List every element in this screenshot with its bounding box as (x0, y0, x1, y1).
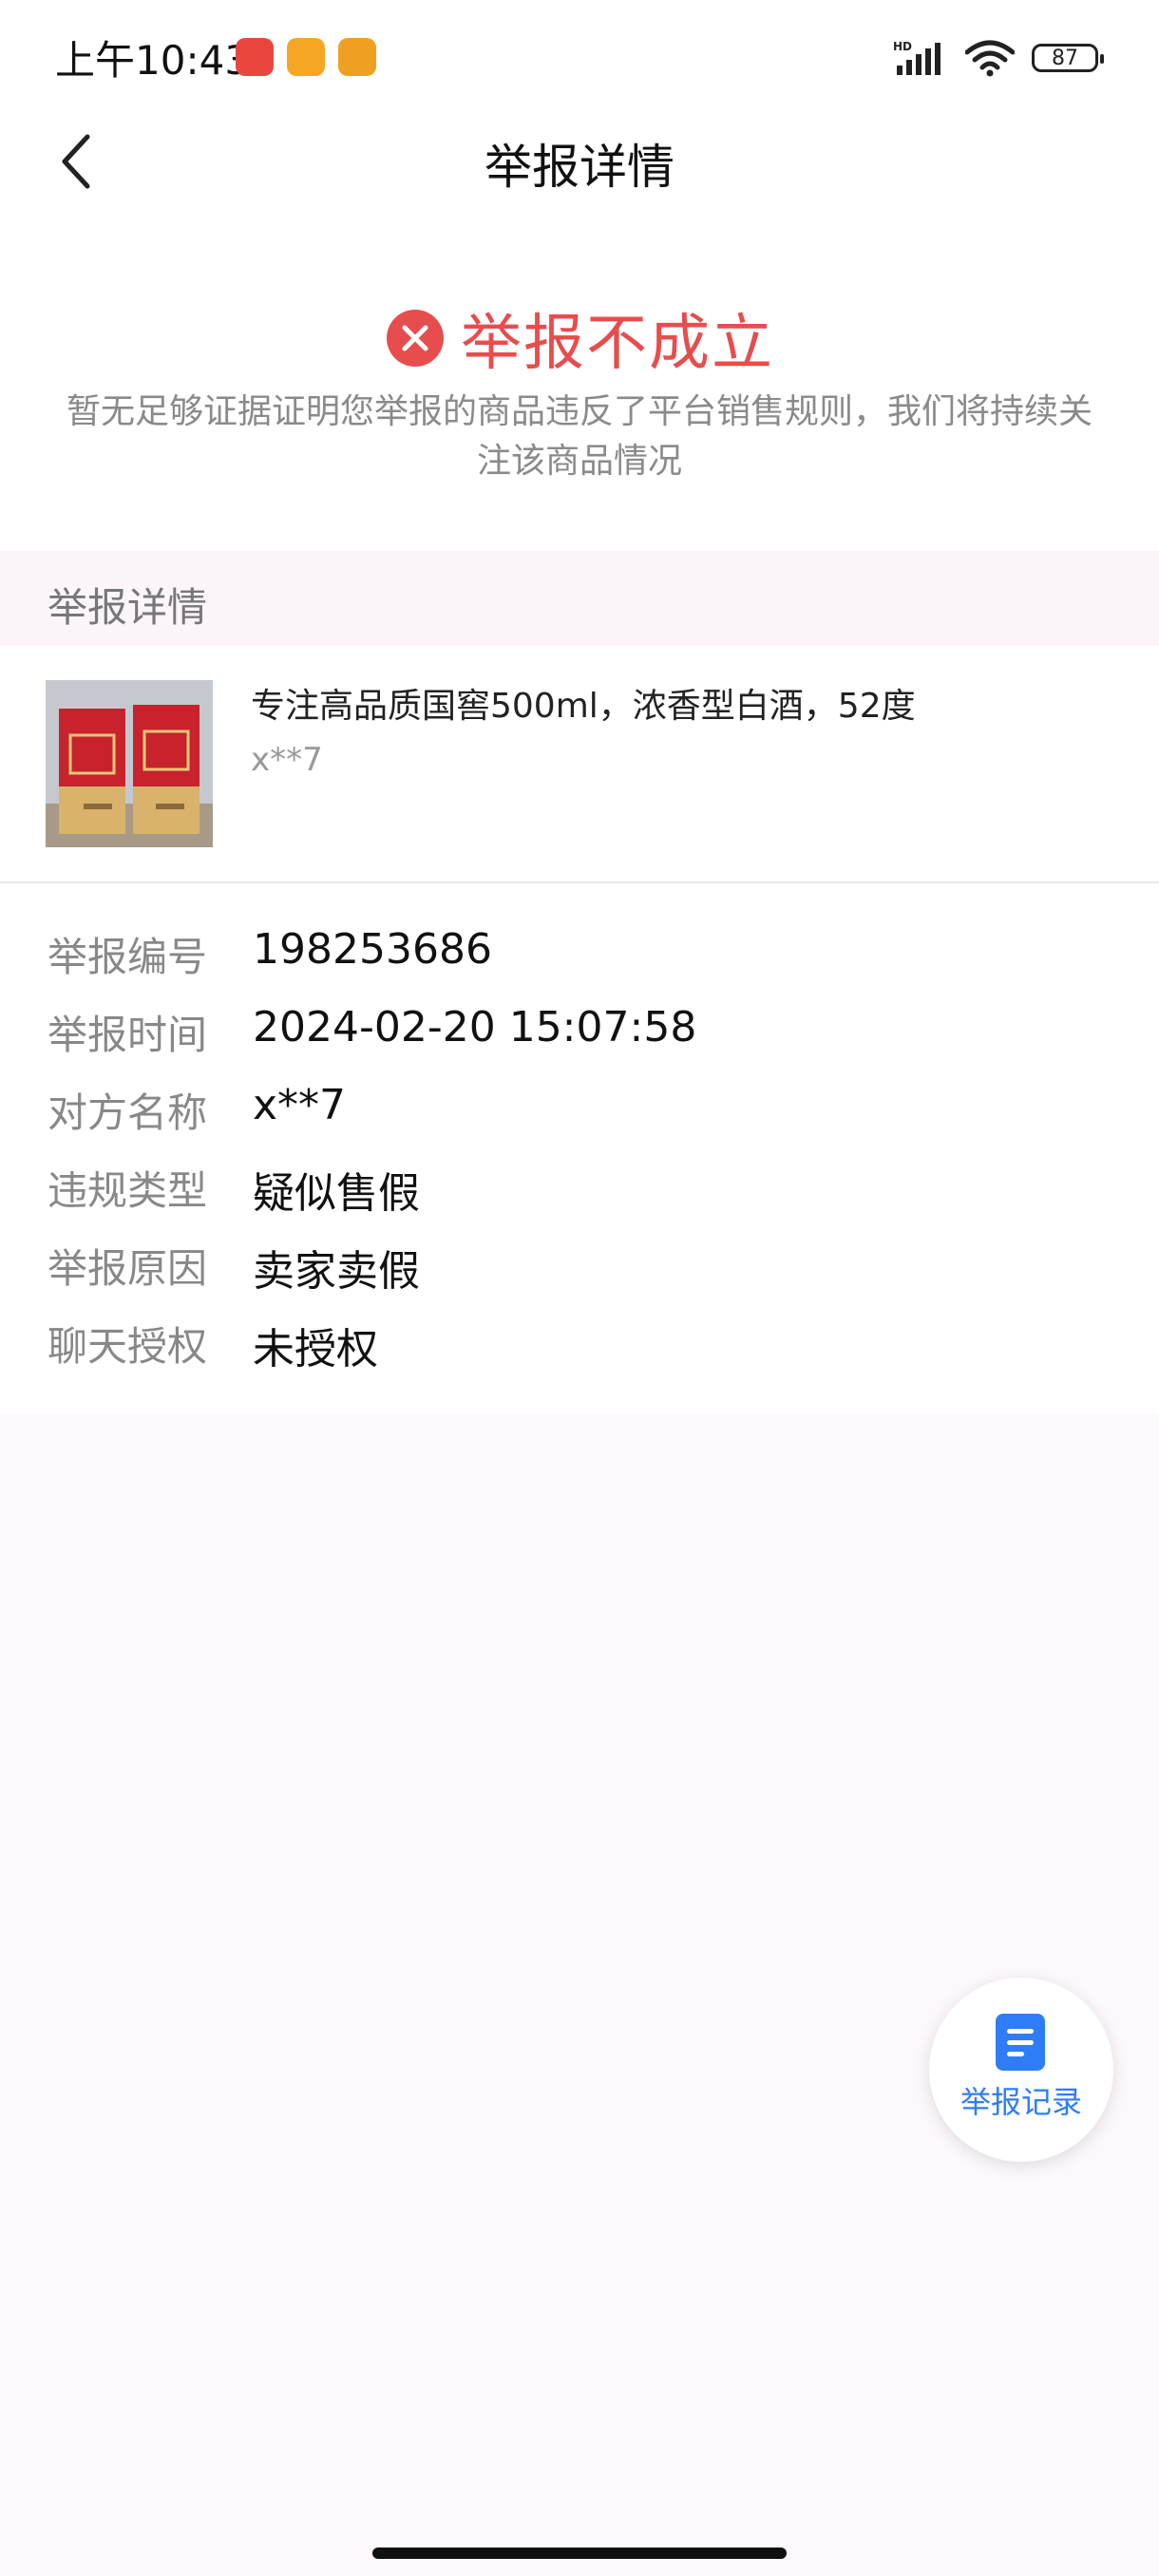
detail-row-counterparty: 对方名称 x**7 (0, 1081, 1159, 1147)
detail-label: 举报编号 (48, 934, 208, 980)
status-bar: 上午10:43 HD 87 (0, 0, 1159, 114)
detail-row-report-reason: 举报原因 卖家卖假 (0, 1237, 1159, 1303)
product-seller: x**7 (251, 741, 323, 779)
product-title: 专注高品质国窖500ml，浓香型白酒，52度 (251, 687, 916, 726)
product-image (46, 680, 213, 847)
detail-row-chat-authorization: 聊天授权 未授权 (0, 1315, 1159, 1381)
detail-row-report-time: 举报时间 2024-02-20 15:07:58 (0, 1003, 1159, 1070)
detail-label: 聊天授权 (48, 1323, 208, 1370)
page-title: 举报详情 (484, 140, 674, 195)
detail-label: 对方名称 (48, 1089, 208, 1136)
result-title: 举报不成立 (461, 309, 774, 379)
report-records-button[interactable]: 举报记录 (929, 1978, 1113, 2162)
section-header: 举报详情 (0, 551, 1159, 646)
detail-label: 举报原因 (48, 1245, 208, 1292)
error-icon (387, 310, 444, 367)
home-indicator[interactable] (372, 2548, 787, 2559)
cellular-signal-icon: HD (893, 40, 940, 75)
detail-value: 疑似售假 (253, 1169, 420, 1218)
detail-row-report-id: 举报编号 198253686 (0, 925, 1159, 992)
app-notification-icon (338, 38, 376, 76)
app-notification-icon (287, 38, 325, 76)
detail-value: 198253686 (253, 925, 492, 974)
detail-label: 违规类型 (48, 1167, 208, 1214)
battery-icon: 87 (1032, 44, 1104, 72)
detail-row-violation-type: 违规类型 疑似售假 (0, 1159, 1159, 1225)
result-status: 举报不成立 (0, 294, 1159, 382)
result-description: 暂无足够证据证明您举报的商品违反了平台销售规则，我们将持续关注该商品情况 (66, 392, 1092, 481)
detail-value: 卖家卖假 (253, 1247, 420, 1296)
detail-value: 未授权 (253, 1325, 378, 1373)
detail-label: 举报时间 (48, 1012, 208, 1058)
detail-value: 2024-02-20 15:07:58 (253, 1003, 697, 1051)
report-records-label: 举报记录 (960, 2084, 1082, 2120)
detail-value: x**7 (253, 1081, 347, 1129)
report-details: 举报编号 198253686 举报时间 2024-02-20 15:07:58 … (0, 883, 1159, 1415)
app-notification-icon (236, 38, 274, 76)
document-icon (996, 2014, 1045, 2071)
product-photo (46, 680, 213, 847)
wifi-icon (965, 40, 1015, 77)
product-card[interactable]: 专注高品质国窖500ml，浓香型白酒，52度 x**7 (0, 646, 1159, 883)
status-time: 上午10:43 (55, 37, 251, 84)
svg-text:HD: HD (893, 40, 912, 53)
section-title: 举报详情 (48, 584, 208, 631)
battery-level: 87 (1052, 46, 1078, 70)
navigation-bar: 举报详情 (0, 114, 1159, 209)
